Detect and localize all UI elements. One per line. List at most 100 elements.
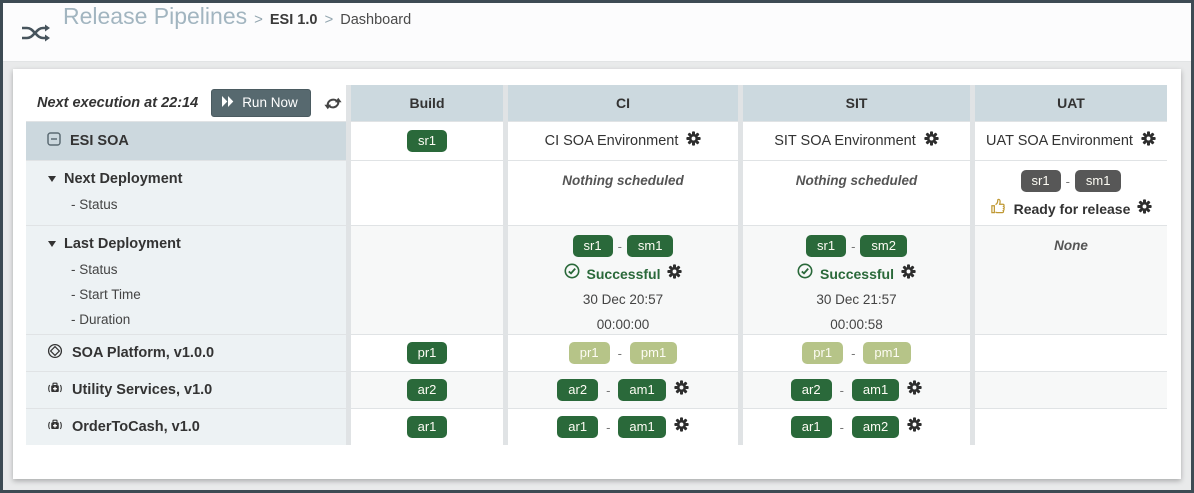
platform-icon <box>47 343 63 363</box>
manifest-badge[interactable]: am1 <box>618 416 665 438</box>
release-badge[interactable]: sr1 <box>806 235 846 257</box>
next-deployment-row-header: Next Deployment - Status <box>26 161 346 225</box>
package-badge[interactable]: ar1 <box>791 416 832 438</box>
breadcrumb-release[interactable]: ESI 1.0 <box>270 12 318 28</box>
gear-icon[interactable] <box>1137 199 1152 219</box>
status-line: Ready for release <box>990 198 1153 220</box>
sit-badges-cell: pr1 - pm1 <box>743 335 970 371</box>
last-deployment-build-cell <box>351 226 503 334</box>
uat-empty-cell <box>975 409 1167 445</box>
last-deployment-sit-cell: sr1 - sm2 Successful 30 Dec 21:57 00:00:… <box>743 226 970 334</box>
component-row-utility-services: Utility Services, v1.0 <box>26 372 346 408</box>
uat-empty-cell <box>975 372 1167 408</box>
last-deployment-ci-cell: sr1 - sm1 Successful 30 Dec 20:57 00:00:… <box>508 226 738 334</box>
gear-icon[interactable] <box>674 380 689 400</box>
application-icon <box>47 381 63 400</box>
release-badge[interactable]: sr1 <box>407 130 447 152</box>
badge-separator: - <box>618 239 622 254</box>
badge-pair: sr1 - sm2 <box>806 235 907 257</box>
gear-icon[interactable] <box>674 417 689 437</box>
column-header-uat: UAT <box>975 85 1167 121</box>
component-row-ordertocash: OrderToCash, v1.0 <box>26 409 346 445</box>
gear-icon[interactable] <box>686 131 701 151</box>
badge-separator: - <box>851 239 855 254</box>
package-badge[interactable]: ar2 <box>557 379 598 401</box>
breadcrumb-separator: > <box>254 11 263 28</box>
gear-icon[interactable] <box>907 380 922 400</box>
package-badge[interactable]: ar2 <box>407 379 448 401</box>
release-badge[interactable]: sr1 <box>573 235 613 257</box>
ci-badges-cell: pr1 - pm1 <box>508 335 738 371</box>
last-deployment-toggle[interactable]: Last Deployment <box>48 236 346 252</box>
package-badge[interactable]: pr1 <box>802 342 843 364</box>
badge-separator: - <box>1066 174 1070 189</box>
gear-icon[interactable] <box>907 417 922 437</box>
manifest-badge[interactable]: sm1 <box>1075 170 1122 192</box>
collapse-icon[interactable] <box>47 132 61 150</box>
pipeline-row-header[interactable]: ESI SOA <box>26 122 346 160</box>
manifest-badge[interactable]: pm1 <box>863 342 910 364</box>
column-header-build: Build <box>351 85 503 121</box>
gear-icon[interactable] <box>901 264 916 284</box>
sit-badges-cell: ar1 - am2 <box>743 409 970 445</box>
next-execution-label: Next execution at 22:14 <box>37 95 198 111</box>
breadcrumb-dashboard: Dashboard <box>340 12 411 28</box>
chevron-down-icon <box>48 241 56 247</box>
deployment-status: Successful <box>820 266 894 282</box>
package-badge[interactable]: ar1 <box>557 416 598 438</box>
release-badge[interactable]: sr1 <box>1021 170 1061 192</box>
pipeline-table: Next execution at 22:14 Run Now <box>26 85 1167 445</box>
gear-icon[interactable] <box>667 264 682 284</box>
manifest-badge[interactable]: sm1 <box>627 235 674 257</box>
check-circle-icon <box>797 263 813 284</box>
badge-pair: sr1 - sm1 <box>573 235 674 257</box>
package-badge[interactable]: pr1 <box>407 342 448 364</box>
top-header-bar: Release Pipelines > ESI 1.0 > Dashboard <box>3 3 1191 62</box>
build-badge-cell: ar2 <box>351 372 503 408</box>
component-label: SOA Platform, v1.0.0 <box>72 345 214 361</box>
thumbs-up-icon <box>990 198 1007 220</box>
next-deployment-uat-cell: sr1 - sm1 Ready for release <box>975 161 1167 225</box>
manifest-badge[interactable]: sm2 <box>860 235 907 257</box>
run-now-button[interactable]: Run Now <box>211 89 311 117</box>
next-deployment-toggle[interactable]: Next Deployment <box>48 171 346 187</box>
sit-environment-cell: SIT SOA Environment <box>743 122 970 160</box>
refresh-icon[interactable] <box>324 95 342 112</box>
field-duration: - Duration <box>71 307 346 332</box>
manifest-badge[interactable]: am1 <box>852 379 899 401</box>
gear-icon[interactable] <box>924 131 939 151</box>
check-circle-icon <box>564 263 580 284</box>
run-now-icon <box>222 95 234 110</box>
last-deployment-row-header: Last Deployment - Status - Start Time - … <box>26 226 346 334</box>
build-badge-cell: pr1 <box>351 335 503 371</box>
gear-icon[interactable] <box>1141 131 1156 151</box>
manifest-badge[interactable]: am1 <box>618 379 665 401</box>
breadcrumb-separator: > <box>324 11 333 28</box>
next-deployment-ci-status: Nothing scheduled <box>508 161 738 225</box>
sit-badges-cell: ar2 - am1 <box>743 372 970 408</box>
deployment-status: Successful <box>587 266 661 282</box>
dashboard-panel: Next execution at 22:14 Run Now <box>13 69 1181 479</box>
package-badge[interactable]: ar1 <box>407 416 448 438</box>
status-line: Successful <box>564 263 683 284</box>
run-now-label: Run Now <box>242 95 298 110</box>
table-toolbar: Next execution at 22:14 Run Now <box>26 85 346 121</box>
package-badge[interactable]: ar2 <box>791 379 832 401</box>
page-title: Release Pipelines <box>63 3 247 30</box>
next-deployment-label: Next Deployment <box>64 171 182 187</box>
badge-separator: - <box>840 420 844 435</box>
badge-separator: - <box>840 383 844 398</box>
field-status: - Status <box>71 192 346 217</box>
package-badge[interactable]: pr1 <box>569 342 610 364</box>
manifest-badge[interactable]: pm1 <box>630 342 677 364</box>
component-label: OrderToCash, v1.0 <box>72 419 200 435</box>
uat-environment-name: UAT SOA Environment <box>986 133 1133 149</box>
badge-pair: sr1 - sm1 <box>1021 170 1122 192</box>
start-time-value: 30 Dec 21:57 <box>816 290 896 309</box>
field-start-time: - Start Time <box>71 282 346 307</box>
ci-badges-cell: ar2 - am1 <box>508 372 738 408</box>
ci-environment-cell: CI SOA Environment <box>508 122 738 160</box>
application-icon <box>47 418 63 437</box>
uat-empty-cell <box>975 335 1167 371</box>
manifest-badge[interactable]: am2 <box>852 416 899 438</box>
